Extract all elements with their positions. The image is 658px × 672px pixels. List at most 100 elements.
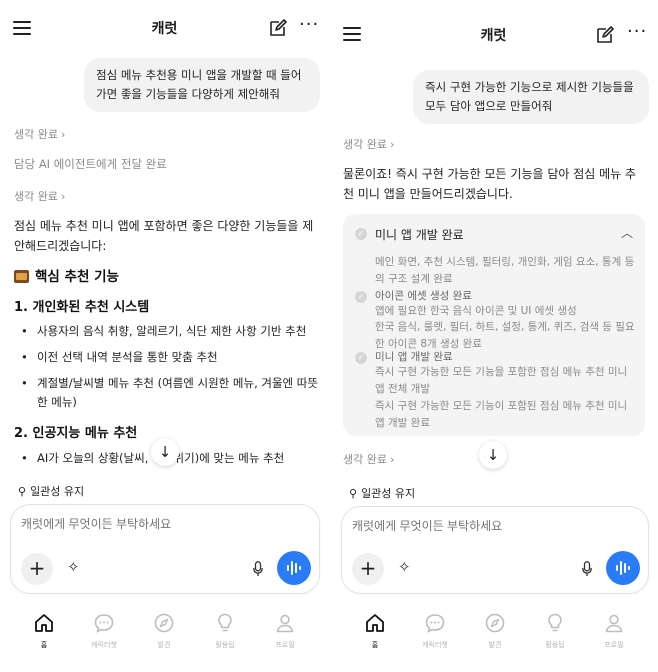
chat-icon <box>94 614 114 633</box>
thinking-status-label: 생각 완료 <box>14 128 58 141</box>
task-progress-card: ✓ 미니 앱 개발 완료 ︿ 메인 화면, 추천 시스템, 필터링, 개인화, … <box>343 214 645 436</box>
tab-tips[interactable]: 활용팁 <box>525 612 585 650</box>
tab-label: 캐릭터챗 <box>422 641 448 649</box>
tab-character-chat[interactable]: 캐릭터챗 <box>74 612 134 650</box>
home-icon <box>35 614 53 632</box>
consistency-chip[interactable]: ⚲ 일관성 유지 <box>349 485 415 501</box>
add-button[interactable]: + <box>21 553 53 585</box>
sparkle-icon[interactable]: ✧ <box>67 558 80 576</box>
tab-label: 활용팁 <box>545 641 565 649</box>
step-title: 미니 앱 개발 완료 <box>375 351 453 363</box>
user-message-bubble: 점심 메뉴 추천용 미니 앱을 개발할 때 들어가면 좋을 기능들을 다양하게 … <box>84 58 320 112</box>
arrow-down-icon: ↓ <box>486 446 500 464</box>
composer: + ✧ <box>341 506 649 594</box>
sparkle-icon[interactable]: ✧ <box>398 558 411 576</box>
tab-discover[interactable]: 발견 <box>134 612 194 650</box>
section-title-text: 핵심 추천 기능 <box>35 269 119 285</box>
card-title: 미니 앱 개발 완료 <box>375 228 464 242</box>
add-button[interactable]: + <box>352 553 384 585</box>
more-icon[interactable]: ··· <box>627 23 646 45</box>
composer: + ✧ <box>10 504 320 594</box>
right-screen: 캐럿 ··· 즉시 구현 가능한 기능으로 제시한 기능들을 모두 담아 앱으로… <box>329 0 658 672</box>
chevron-right-icon: › <box>60 190 66 203</box>
bento-box-icon <box>14 270 29 283</box>
list-item: 사용자의 음식 취향, 알레르기, 식단 제한 사항 기반 추천 <box>21 322 317 341</box>
assistant-intro: 점심 메뉴 추천 미니 앱에 포함하면 좋은 다양한 기능들을 제안해드리겠습니… <box>14 219 314 253</box>
thinking-status-label: 생각 완료 <box>14 190 58 203</box>
tab-label: 발견 <box>157 641 171 649</box>
thinking-status-2[interactable]: 생각 완료 › <box>343 451 394 467</box>
thinking-status[interactable]: 생각 완료 › <box>343 136 394 152</box>
profile-icon <box>605 614 623 633</box>
tab-profile[interactable]: 프로필 <box>255 612 315 650</box>
tab-label: 프로필 <box>275 641 295 649</box>
left-screen: 캐럿 ··· 점심 메뉴 추천용 미니 앱을 개발할 때 들어가면 좋을 기능들… <box>0 0 329 672</box>
section-title: 핵심 추천 기능 <box>14 265 119 285</box>
step-detail: 메인 화면, 추천 시스템, 필터링, 개인화, 게임 요소, 통계 등의 구조… <box>375 256 635 285</box>
thinking-status-label: 생각 완료 <box>343 453 387 466</box>
chevron-right-icon: › <box>60 128 66 141</box>
step-detail: 즉시 구현 가능한 모든 기능이 포함된 점심 메뉴 추천 미니 앱 개발 완료 <box>375 400 628 429</box>
bottom-tab-bar: 홈 캐릭터챗 발견 활용팁 프로필 <box>329 604 658 672</box>
tab-label: 홈 <box>371 641 379 649</box>
list-item: 계절별/날씨별 메뉴 추천 (여름엔 시원한 메뉴, 겨울엔 따뜻한 메뉴) <box>21 374 319 412</box>
top-bar: 캐럿 ··· <box>0 0 329 58</box>
user-message-bubble: 즉시 구현 가능한 기능으로 제시한 기능들을 모두 담아 앱으로 만들어줘 <box>413 70 649 124</box>
scroll-down-button[interactable]: ↓ <box>479 441 507 469</box>
consistency-chip[interactable]: ⚲ 일관성 유지 <box>18 483 84 499</box>
tab-tips[interactable]: 활용팁 <box>195 612 255 650</box>
chat-icon <box>425 614 445 633</box>
arrow-down-icon: ↓ <box>158 443 172 461</box>
tab-label: 활용팁 <box>215 641 235 649</box>
message-input[interactable] <box>21 517 301 531</box>
tab-home[interactable]: 홈 <box>14 612 74 650</box>
more-icon[interactable]: ··· <box>299 16 318 38</box>
step-detail: 앱에 필요한 한국 음식 아이콘 및 UI 에셋 생성 <box>375 305 577 317</box>
voice-mode-button[interactable] <box>277 551 311 585</box>
tab-home[interactable]: 홈 <box>345 612 405 650</box>
new-chat-icon[interactable] <box>595 25 615 45</box>
compass-icon <box>485 613 505 633</box>
lightbulb-icon <box>218 613 232 632</box>
step-detail: 한국 음식, 룰렛, 필터, 하트, 설정, 통계, 퀴즈, 검색 등 필요한 … <box>375 321 635 350</box>
assistant-reply: 물론이죠! 즉시 구현 가능한 모든 기능을 담아 점심 메뉴 추천 미니 앱을… <box>343 167 637 201</box>
tab-character-chat[interactable]: 캐릭터챗 <box>405 612 465 650</box>
microphone-icon[interactable] <box>582 561 592 577</box>
pin-icon: ⚲ <box>349 487 358 500</box>
subsection-title-1: 1. 개인화된 추천 시스템 <box>14 300 150 315</box>
tab-label: 캐릭터챗 <box>91 641 117 649</box>
consistency-label: 일관성 유지 <box>30 485 85 498</box>
tab-label: 프로필 <box>604 641 624 649</box>
compass-icon <box>154 613 174 633</box>
bottom-tab-bar: 홈 캐릭터챗 발견 활용팁 프로필 <box>0 604 329 672</box>
plus-icon: + <box>359 556 377 580</box>
check-icon: ✓ <box>355 228 367 240</box>
subsection-title-2: 2. 인공지능 메뉴 추천 <box>14 426 138 441</box>
plus-icon: + <box>28 556 46 580</box>
check-icon: ✓ <box>355 291 367 303</box>
consistency-label: 일관성 유지 <box>361 487 416 500</box>
thinking-status-label: 생각 완료 <box>343 138 387 151</box>
tab-label: 홈 <box>40 641 48 649</box>
step-detail: 즉시 구현 가능한 모든 기능을 포함한 점심 메뉴 추천 미니 앱 전체 개발 <box>375 366 628 395</box>
chevron-right-icon: › <box>389 138 395 151</box>
lightbulb-icon <box>548 613 562 632</box>
chevron-right-icon: › <box>389 453 395 466</box>
message-input[interactable] <box>352 519 632 533</box>
voice-mode-button[interactable] <box>606 551 640 585</box>
tab-profile[interactable]: 프로필 <box>584 612 644 650</box>
thinking-status-2[interactable]: 생각 완료 › <box>14 188 65 204</box>
scroll-down-button[interactable]: ↓ <box>151 438 179 466</box>
pin-icon: ⚲ <box>18 485 27 498</box>
microphone-icon[interactable] <box>253 561 263 577</box>
thinking-status[interactable]: 생각 완료 › <box>14 126 65 142</box>
home-icon <box>366 614 384 632</box>
top-bar: 캐럿 ··· <box>329 0 658 58</box>
list-item: 이전 선택 내역 분석을 통한 맞춤 추천 <box>21 348 317 367</box>
step-title: 아이콘 에셋 생성 완료 <box>375 290 472 302</box>
handoff-status: 담당 AI 에이전트에게 전달 완료 <box>14 157 167 171</box>
chevron-up-icon[interactable]: ︿ <box>621 224 633 241</box>
check-icon: ✓ <box>355 352 367 364</box>
tab-discover[interactable]: 발견 <box>465 612 525 650</box>
new-chat-icon[interactable] <box>268 18 288 38</box>
